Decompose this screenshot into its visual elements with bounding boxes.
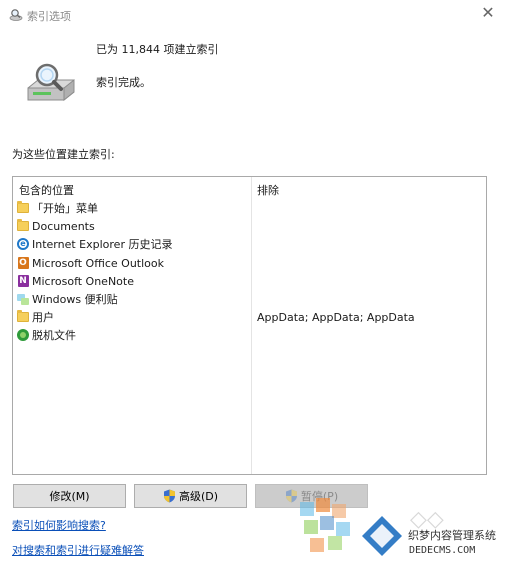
outlook-icon: O [17,257,29,269]
index-status-text: 索引完成。 [96,76,151,89]
list-item-label: Microsoft Office Outlook [32,256,164,270]
column-divider [251,177,252,474]
list-item[interactable]: Windows 便利贴 [17,290,249,308]
internet-explorer-icon: e [17,238,29,251]
list-item-label: 用户 [32,311,54,324]
list-item[interactable]: Documents [17,217,249,235]
indexed-count-text: 已为 11,844 项建立索引 [96,43,219,56]
watermark-site-text: DEDECMS.COM [409,545,476,556]
indexing-options-icon [9,9,23,21]
window-title: 索引选项 [27,10,71,23]
modify-button[interactable]: 修改(M) [13,484,126,508]
list-item-label: Internet Explorer 历史记录 [32,238,173,251]
list-item[interactable]: 脱机文件 [17,326,249,344]
folder-icon [17,310,29,324]
how-indexing-affects-search-link[interactable]: 索引如何影响搜索? [12,517,106,533]
magnifier-drive-icon [27,63,75,102]
list-item-label: Microsoft OneNote [32,274,134,288]
sticky-notes-icon [17,293,29,306]
list-item-label: Documents [32,219,95,233]
exclude-text: AppData; AppData; AppData [257,311,415,324]
excluded-column-header[interactable]: 排除 [257,182,279,198]
advanced-button[interactable]: 高级(D) [134,484,247,508]
onenote-icon: N [17,275,29,287]
list-item[interactable]: 「开始」菜单 [17,199,249,217]
included-column-header[interactable]: 包含的位置 [19,182,74,198]
uac-shield-icon [163,489,175,503]
list-item-label: 「开始」菜单 [32,202,98,215]
close-button[interactable]: ✕ [474,2,502,26]
folder-icon [17,201,29,215]
watermark-brand-text: 织梦内容管理系统 [408,529,496,542]
list-item[interactable]: e Internet Explorer 历史记录 [17,235,249,253]
list-item-label: 脱机文件 [32,329,76,342]
list-item[interactable]: N Microsoft OneNote [17,272,249,290]
uac-shield-icon [285,489,297,503]
title-bar: 索引选项 ✕ [0,0,521,30]
folder-icon [17,219,29,233]
troubleshoot-search-link[interactable]: 对搜索和索引进行疑难解答 [12,542,144,558]
locations-heading: 为这些位置建立索引: [12,148,115,161]
offline-files-icon [17,329,29,342]
list-item[interactable]: O Microsoft Office Outlook [17,254,249,272]
advanced-button-label: 高级(D) [178,490,219,503]
locations-list[interactable]: 包含的位置 排除 「开始」菜单 Documents e Internet Exp… [12,176,487,475]
list-item[interactable]: 用户 [17,308,249,326]
list-item-label: Windows 便利贴 [32,293,118,306]
